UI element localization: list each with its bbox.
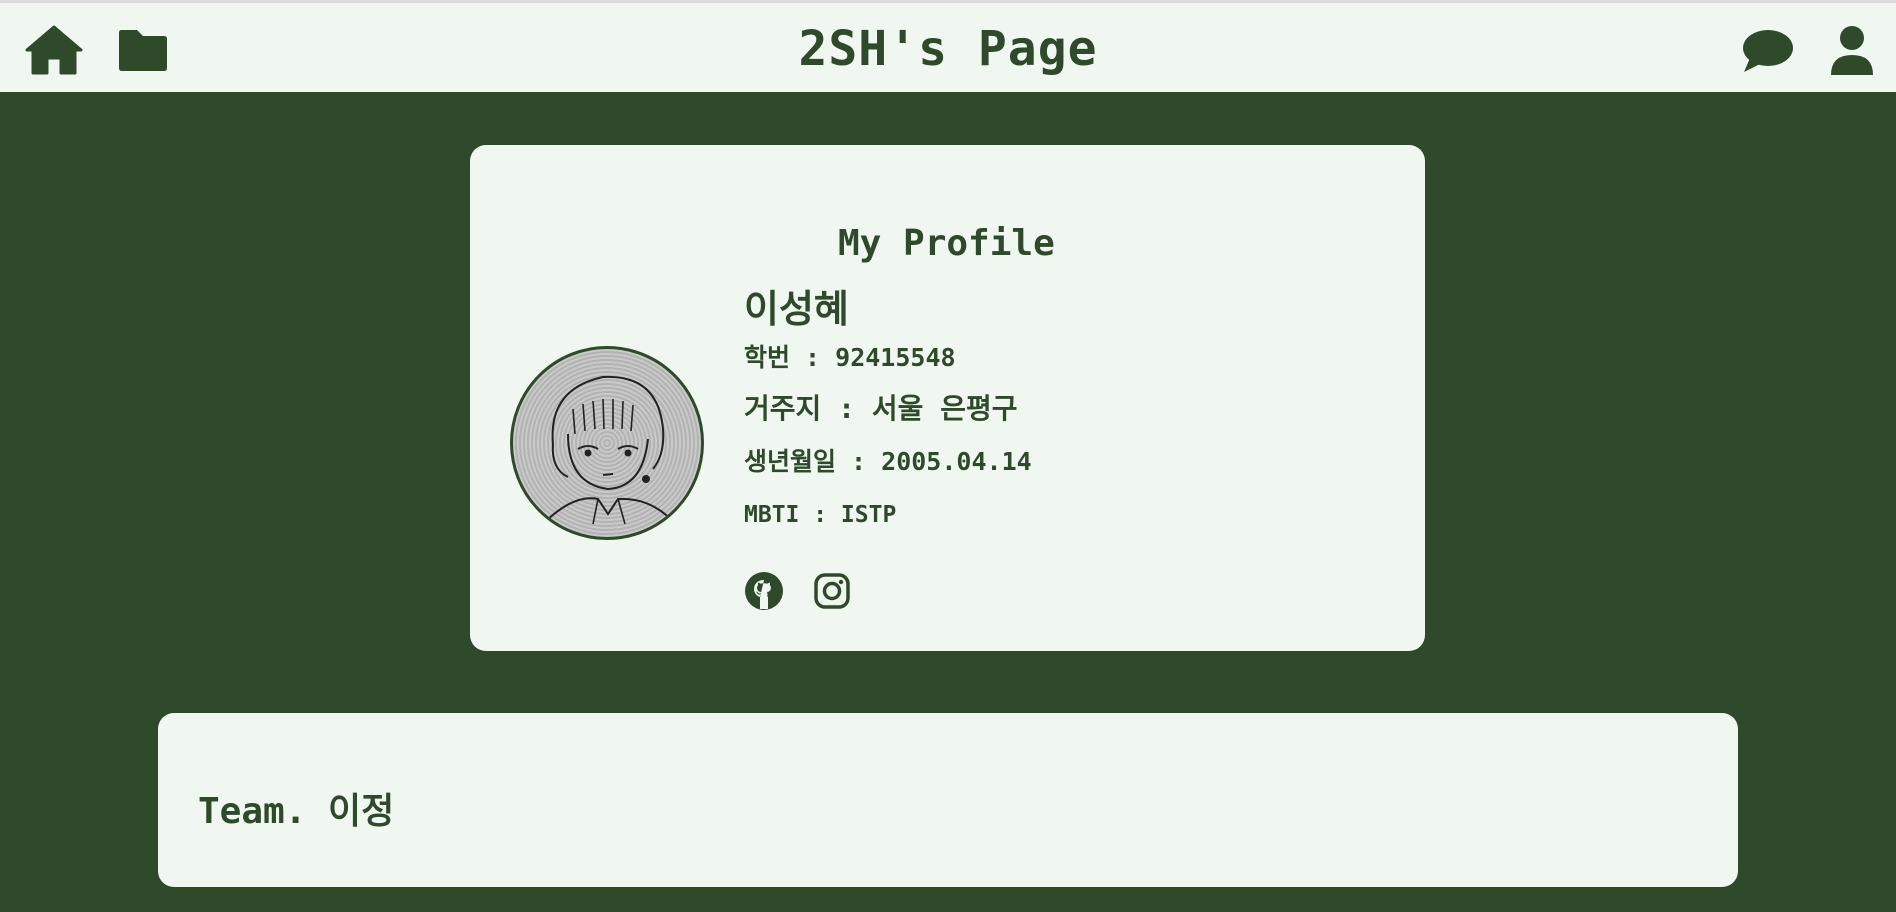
birthday: 생년월일 : 2005.04.14 — [744, 447, 1032, 476]
instagram-icon[interactable] — [812, 571, 852, 611]
chat-icon[interactable] — [1740, 28, 1794, 74]
social-links — [744, 571, 852, 611]
profile-heading: My Profile — [838, 223, 1055, 264]
team-title: Team. 이정 — [198, 791, 395, 832]
avatar — [510, 346, 704, 540]
team-card: Team. 이정 — [158, 713, 1738, 887]
mbti: MBTI : ISTP — [744, 502, 897, 528]
github-icon[interactable] — [744, 571, 784, 611]
site-title: 2SH's Page — [798, 21, 1098, 77]
avatar-illustration — [542, 375, 679, 528]
profile-info: 이성혜 학번 : 92415548 거주지 : 서울 은평구 생년월일 : 20… — [744, 287, 1032, 610]
student-id: 학번 : 92415548 — [744, 343, 956, 372]
address: 거주지 : 서울 은평구 — [744, 392, 1018, 425]
user-icon[interactable] — [1829, 25, 1875, 77]
profile-card: My Profile 이성혜 학번 : 92415548 거주지 : 서울 은평… — [470, 145, 1425, 651]
profile-name: 이성혜 — [744, 287, 849, 331]
top-nav-bar: 2SH's Page — [0, 0, 1896, 92]
